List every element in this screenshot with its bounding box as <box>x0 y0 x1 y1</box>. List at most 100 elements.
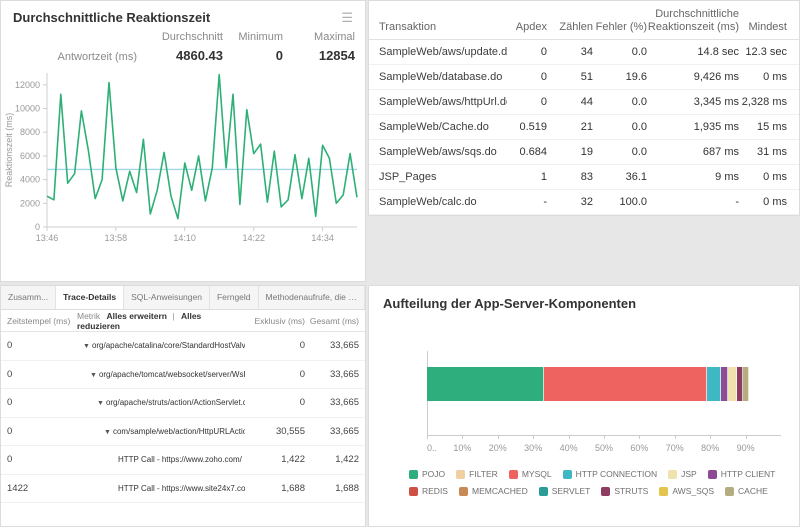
min-response-value: 0 ms <box>763 71 787 83</box>
svg-text:13:46: 13:46 <box>36 233 59 243</box>
legend-item-filter[interactable]: FILTER <box>456 469 498 479</box>
avg-response-value: 14.8 sec <box>697 46 739 58</box>
min-response-value: 12.3 sec <box>745 46 787 58</box>
svg-text:14:34: 14:34 <box>311 233 334 243</box>
tab-trace-details[interactable]: Trace-Details <box>56 286 125 309</box>
collapse-caret-icon[interactable]: ▼ <box>83 343 90 350</box>
tab-zusamm[interactable]: Zusamm... <box>1 286 57 309</box>
memcached-swatch-icon <box>458 486 468 496</box>
trace-row[interactable]: 0 ▼org/apache/tomcat/websocket/server/WsF… <box>1 361 365 389</box>
tab-methodenaufrufe-die-k-rzer-als-10-ms-sind[interactable]: Methodenaufrufe, die kürzer als 10 ms si… <box>259 286 365 309</box>
legend-item-http-client[interactable]: HTTP CLIENT <box>707 469 775 479</box>
avg-response-value: 687 ms <box>702 146 739 158</box>
tab-ferngeld[interactable]: Ferngeld <box>210 286 259 309</box>
components-panel: Aufteilung der App-Server-Komponenten 0.… <box>368 285 800 527</box>
table-row[interactable]: SampleWeb/aws/sqs.do 0.684 19 0.0 687 ms 31 m… <box>369 140 799 165</box>
transactions-rows: SampleWeb/aws/update.do 0 34 0.0 14.8 sec 12.… <box>369 40 799 215</box>
total-value: 33,665 <box>329 340 359 352</box>
axis-label: 60% <box>630 443 649 453</box>
trace-row[interactable]: 0 ▼ org/apache/catalina/core/StandardHostV… <box>1 332 365 361</box>
bar-segment-http-client[interactable] <box>720 367 728 401</box>
axis-tick <box>710 435 712 439</box>
trace-timestamp: 0 <box>7 340 13 352</box>
trace-timestamp: 0 <box>7 425 13 437</box>
trace-metric: ▼ org/apache/struts/action/ActionServlet.… <box>97 398 245 408</box>
axis-tick <box>568 435 570 439</box>
col-mindest: Mindest <box>748 20 787 33</box>
axis-label: 20% <box>488 443 507 453</box>
trace-metric: HTTP Call - https://www.site24x7.com <box>118 483 245 493</box>
cache-swatch-icon <box>725 486 735 496</box>
svg-text:4000: 4000 <box>20 175 40 185</box>
collapse-caret-icon[interactable]: ▼ <box>97 400 104 407</box>
components-title: Aufteilung der App-Server-Komponenten <box>383 296 637 311</box>
svg-text:0: 0 <box>35 222 40 232</box>
collapse-caret-icon[interactable]: ▼ <box>90 372 97 379</box>
min-response-value: 0 ms <box>763 196 787 208</box>
error-value: 0.0 <box>631 146 647 158</box>
axis-label: 90% <box>736 443 755 453</box>
count-value: 83 <box>580 171 593 183</box>
error-value: 0.0 <box>631 46 647 58</box>
table-row[interactable]: SampleWeb/Cache.do 0.519 21 0.0 1,935 ms 15 m… <box>369 115 799 140</box>
table-row[interactable]: SampleWeb/database.do 0 51 19.6 9,426 ms 0 ms <box>369 65 799 90</box>
trace-row[interactable]: 0 ▼com/sample/web/action/HttpURLAction.ex… <box>1 418 365 446</box>
total-value: 33,665 <box>329 368 359 380</box>
separator: | <box>172 310 175 321</box>
bar-segment-pojo[interactable] <box>427 367 544 401</box>
axis-tick <box>604 435 605 439</box>
table-row[interactable]: SampleWeb/calc.do - 32 100.0 - 0 ms <box>369 190 799 215</box>
expand-all-link[interactable]: Alles erweitern <box>107 311 167 321</box>
table-row[interactable]: SampleWeb/aws/update.do 0 34 0.0 14.8 sec 12.… <box>369 40 799 65</box>
table-row[interactable]: SampleWeb/aws/httpUrl.do 0 44 0.0 3,345 ms 2,… <box>369 90 799 115</box>
legend-item-struts[interactable]: STRUTS <box>601 486 648 496</box>
legend-item-redis[interactable]: REDIS <box>409 486 448 496</box>
trace-details-panel: Zusamm... Trace-Details SQL-Anweisungen Fer… <box>0 285 366 527</box>
axis-tick <box>497 435 499 439</box>
trace-rows: 0 ▼ org/apache/catalina/core/StandardHostV… <box>1 332 365 503</box>
bar-segment-jsp[interactable] <box>727 367 737 401</box>
legend-item-servlet[interactable]: SERVLET <box>538 486 590 496</box>
count-value: 34 <box>580 46 593 58</box>
legend-item-memcached[interactable]: MEMCACHED <box>458 486 528 496</box>
legend-item-http-connection[interactable]: HTTP CONNECTION <box>562 469 657 479</box>
legend-item-pojo[interactable]: POJO <box>409 469 445 479</box>
bar-segment-cache[interactable] <box>743 367 750 401</box>
transaction-name: SampleWeb/aws/sqs.do <box>379 146 497 158</box>
trace-row[interactable]: 0 ▼ org/apache/struts/action/ActionServlet… <box>1 389 365 418</box>
table-row[interactable]: JSP_Pages 1 83 36.1 9 ms 0 ms <box>369 165 799 190</box>
total-value: 33,665 <box>329 397 359 409</box>
svg-text:13:58: 13:58 <box>105 233 128 243</box>
trace-timestamp: 0 <box>7 397 13 409</box>
trace-col-total: Gesamt (ms) <box>309 315 359 326</box>
servlet-swatch-icon <box>538 486 548 496</box>
bar-segment-http-connection[interactable] <box>706 367 721 401</box>
count-value: 32 <box>580 196 593 208</box>
legend-item-mysql[interactable]: MYSQL <box>508 469 552 479</box>
collapse-caret-icon[interactable]: ▼ <box>104 429 111 436</box>
tab-sql-anweisungen[interactable]: SQL-Anweisungen <box>124 286 210 309</box>
trace-tab-bar: Zusamm... Trace-Details SQL-Anweisungen Fer… <box>1 286 365 310</box>
stat-col-maximal: Maximal <box>314 31 355 43</box>
bar-segment-mysql[interactable] <box>543 367 707 401</box>
col-zaehlen: Zählen <box>559 20 593 33</box>
avg-response-value: 3,345 ms <box>693 96 739 108</box>
min-response-value: 0 ms <box>763 171 787 183</box>
stat-col-durchschnitt: Durchschnitt <box>161 31 223 43</box>
exclusive-value: 0 <box>299 397 305 409</box>
axis-tick <box>674 435 676 439</box>
legend-item-aws-sqs[interactable]: AWS_SQS <box>659 486 714 496</box>
trace-row[interactable]: 1422 HTTP Call - https://www.site24x7.com… <box>1 475 365 503</box>
menu-icon[interactable]: ☰ <box>341 11 353 24</box>
stat-minimum-value: 0 <box>275 48 283 63</box>
response-time-line-chart: 0 2000 4000 6000 8000 10000 12000 13:46 13:58 14:… <box>1 65 365 262</box>
axis-tick <box>533 435 535 439</box>
trace-col-metric: Metrik Alles erweitern | Alles reduziere… <box>77 311 245 331</box>
legend-item-jsp[interactable]: JSP <box>668 469 697 479</box>
axis-tick <box>745 435 747 439</box>
trace-timestamp: 0 <box>7 454 13 466</box>
line-chart-svg: 0 2000 4000 6000 8000 10000 12000 13:46 13:58 14:… <box>4 73 358 243</box>
legend-item-cache[interactable]: CACHE <box>725 486 768 496</box>
trace-row[interactable]: 0 HTTP Call - https://www.zoho.com/1,422 1… <box>1 446 365 475</box>
response-time-stats: Durchschnitt Minimum Maximal Antwortzeit… <box>1 31 365 63</box>
